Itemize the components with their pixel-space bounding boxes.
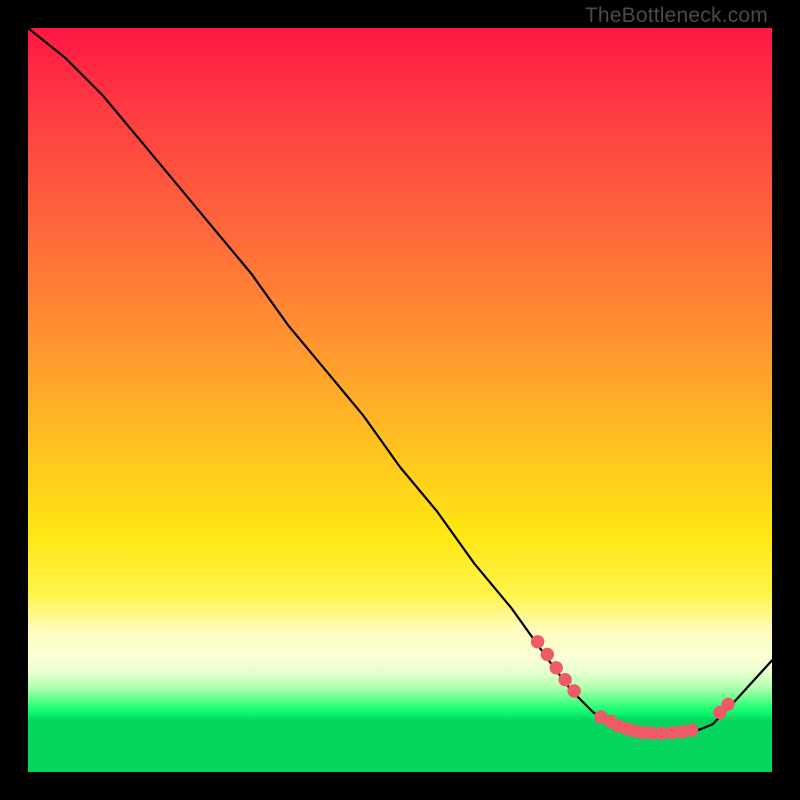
marker-dot — [531, 636, 543, 648]
marker-group — [531, 636, 734, 740]
bottleneck-curve — [28, 28, 772, 733]
marker-dot — [722, 698, 734, 710]
marker-dot — [568, 685, 580, 697]
watermark-text: TheBottleneck.com — [585, 4, 768, 28]
marker-dot — [559, 674, 571, 686]
marker-dot — [541, 648, 553, 660]
chart-svg — [28, 28, 772, 772]
marker-dot — [550, 662, 562, 674]
marker-dot — [685, 724, 697, 736]
